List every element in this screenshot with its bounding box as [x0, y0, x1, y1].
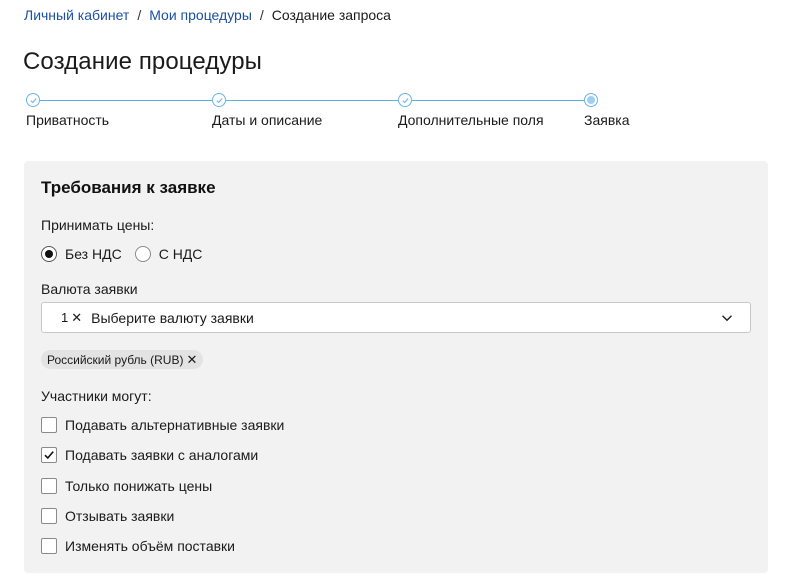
page-title: Создание процедуры [23, 48, 263, 75]
checkbox-label: Отзывать заявки [65, 508, 175, 524]
prices-label: Принимать цены: [41, 217, 155, 233]
step-done-check-icon [398, 93, 412, 107]
radio-checked-icon [41, 246, 57, 262]
step-connector [412, 100, 584, 101]
radio-label: Без НДС [65, 246, 122, 262]
currency-select-placeholder: Выберите валюту заявки [91, 309, 254, 326]
application-requirements-card: Требования к заявке Принимать цены: Без … [24, 161, 768, 573]
radio-without-vat[interactable]: Без НДС [41, 246, 122, 262]
breadcrumb-separator: / [137, 7, 142, 23]
step-label: Дополнительные поля [398, 112, 544, 128]
chip-remove-icon[interactable]: ✕ [186, 352, 197, 368]
selected-count-badge[interactable]: 1 ✕ [61, 310, 82, 326]
breadcrumb-separator: / [259, 7, 264, 23]
currency-chip-rub: Российский рубль (RUB) ✕ [41, 350, 204, 369]
breadcrumb-link-cabinet[interactable]: Личный кабинет [24, 7, 129, 23]
progress-stepper: Приватность Даты и описание Дополнительн… [26, 93, 630, 133]
checkbox-label: Изменять объём поставки [65, 538, 235, 554]
step-connector [226, 100, 398, 101]
checkbox-unchecked-icon [41, 478, 57, 494]
checkbox-checked-icon [41, 447, 57, 463]
card-title: Требования к заявке [41, 178, 216, 197]
breadcrumb: Личный кабинет / Мои процедуры / Создани… [24, 7, 391, 23]
step-label: Заявка [584, 112, 630, 128]
radio-with-vat[interactable]: С НДС [134, 246, 203, 262]
checkbox-unchecked-icon [41, 508, 57, 524]
checkbox-label: Только понижать цены [65, 478, 213, 494]
participants-label: Участники могут: [41, 388, 152, 404]
currency-label: Валюта заявки [41, 281, 138, 297]
checkbox-analog-applications[interactable]: Подавать заявки с аналогами [41, 447, 258, 463]
breadcrumb-current: Создание запроса [271, 7, 391, 23]
currency-select[interactable]: 1 ✕ Выберите валюту заявки [41, 302, 751, 333]
radio-label: С НДС [158, 246, 203, 262]
prices-radio-group: Без НДС С НДС [41, 246, 215, 262]
chip-label: Российский рубль (RUB) [47, 352, 184, 367]
checkbox-only-lower-prices[interactable]: Только понижать цены [41, 478, 212, 494]
checkbox-label: Подавать альтернативные заявки [65, 417, 285, 433]
selected-count: 1 [61, 310, 69, 325]
step-active-dot-icon [584, 93, 598, 107]
checkbox-withdraw-applications[interactable]: Отзывать заявки [41, 508, 174, 524]
breadcrumb-link-procedures[interactable]: Мои процедуры [149, 7, 252, 23]
step-done-check-icon [26, 93, 40, 107]
radio-unchecked-icon [134, 246, 151, 262]
clear-selection-icon[interactable]: ✕ [71, 310, 82, 326]
checkbox-unchecked-icon [41, 417, 57, 433]
checkbox-alternative-applications[interactable]: Подавать альтернативные заявки [41, 417, 284, 433]
checkbox-change-delivery-volume[interactable]: Изменять объём поставки [41, 538, 235, 554]
step-connector [40, 100, 212, 101]
step-done-check-icon [212, 93, 226, 107]
chevron-down-icon [722, 315, 732, 322]
checkbox-label: Подавать заявки с аналогами [65, 447, 259, 463]
step-label: Приватность [26, 112, 110, 128]
checkbox-unchecked-icon [41, 538, 57, 554]
step-label: Даты и описание [212, 112, 323, 128]
